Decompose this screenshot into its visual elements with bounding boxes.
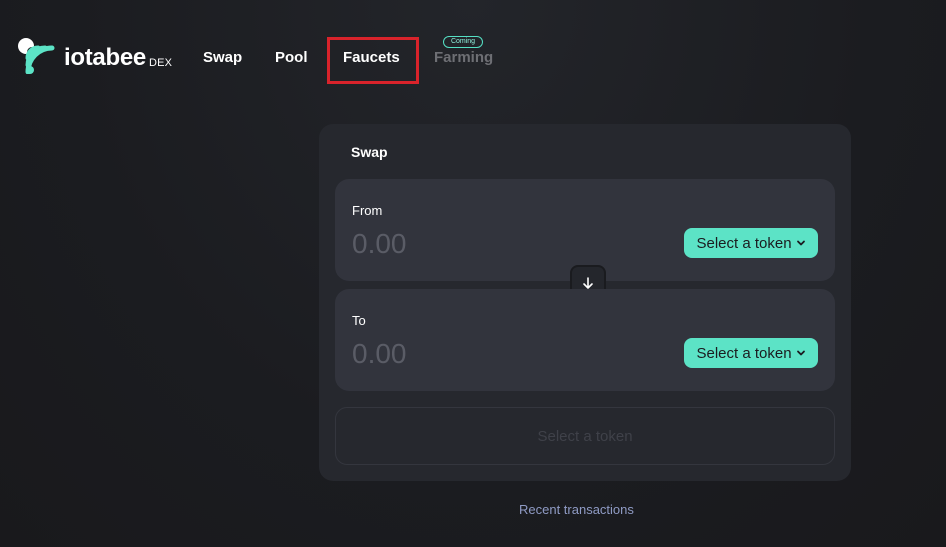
nav-pool[interactable]: Pool	[275, 49, 308, 66]
chevron-down-icon	[796, 240, 805, 246]
from-amount-input[interactable]	[352, 227, 652, 261]
chevron-down-icon	[796, 350, 805, 356]
to-amount-input[interactable]	[352, 337, 652, 371]
to-panel: To Select a token	[335, 289, 835, 391]
swap-card: Swap From Select a token To Select a tok…	[319, 124, 851, 481]
app-page: iotabee DEX Swap Pool Faucets Coming Far…	[0, 0, 946, 547]
swap-card-title: Swap	[351, 144, 388, 160]
from-label: From	[352, 203, 383, 218]
to-select-token-button[interactable]: Select a token	[684, 338, 818, 368]
arrow-down-icon	[583, 277, 593, 289]
nav-faucets[interactable]: Faucets	[343, 49, 400, 66]
brand-name: iotabee	[64, 44, 146, 71]
nav-farming: Farming	[434, 49, 494, 66]
brand-logo[interactable]: iotabee DEX	[16, 36, 176, 76]
submit-swap-button[interactable]: Select a token	[335, 407, 835, 465]
from-select-token-label: Select a token	[696, 234, 792, 252]
recent-transactions-link[interactable]: Recent transactions	[519, 502, 634, 517]
nav-swap[interactable]: Swap	[203, 49, 242, 66]
top-navigation: iotabee DEX Swap Pool Faucets Coming Far…	[0, 0, 946, 110]
brand-sub: DEX	[149, 57, 173, 69]
to-label: To	[352, 313, 366, 328]
to-select-token-label: Select a token	[696, 344, 792, 362]
bee-logo-icon	[18, 38, 55, 74]
from-select-token-button[interactable]: Select a token	[684, 228, 818, 258]
coming-badge: Coming	[443, 36, 483, 48]
